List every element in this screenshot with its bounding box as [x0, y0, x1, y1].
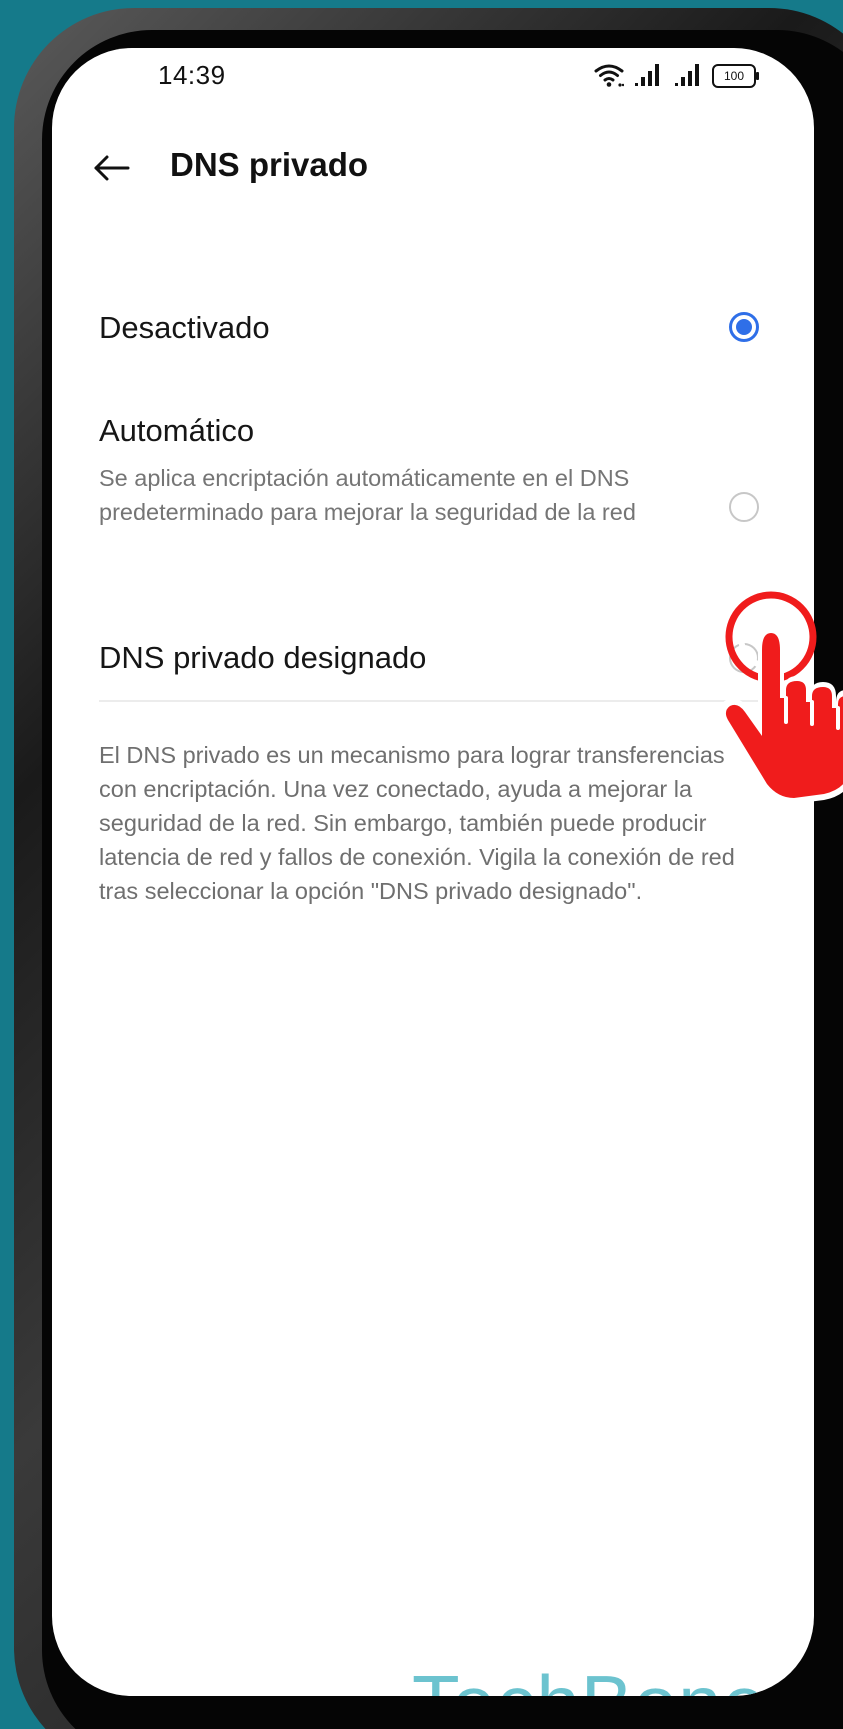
option-title: Desactivado — [99, 310, 270, 345]
info-text: El DNS privado es un mecanismo para logr… — [99, 742, 735, 904]
stage: 14:39 100 DNS privado Desactivado Automá… — [0, 0, 843, 1729]
phone-screen: 14:39 100 DNS privado Desactivado Automá… — [52, 48, 814, 1696]
battery-icon: 100 — [712, 64, 756, 88]
status-icons: 100 — [594, 62, 814, 92]
arrow-left-icon — [94, 155, 130, 181]
option-description: Se aplica encriptación automáticamente e… — [99, 465, 636, 525]
cellular-signal-icon — [634, 62, 666, 93]
radio-button-desactivado[interactable] — [729, 312, 759, 342]
option-automatico[interactable]: Automático Se aplica encriptación automá… — [52, 398, 814, 558]
option-title: DNS privado designado — [99, 640, 427, 675]
status-bar: 14:39 100 — [52, 48, 814, 108]
option-desactivado[interactable]: Desactivado — [52, 286, 814, 376]
cellular-signal-icon — [674, 62, 706, 93]
watermark-logo: TechBone — [412, 1658, 767, 1696]
radio-button-automatico[interactable] — [729, 492, 759, 522]
battery-tip — [756, 72, 759, 80]
tap-hand-icon — [718, 590, 843, 805]
page-title: DNS privado — [170, 146, 369, 183]
divider — [99, 700, 767, 702]
option-title: Automático — [99, 413, 255, 448]
option-dns-privado-designado[interactable]: DNS privado designado — [52, 588, 814, 688]
status-time: 14:39 — [158, 60, 226, 90]
wifi-icon — [594, 62, 625, 93]
back-button[interactable] — [90, 146, 134, 190]
